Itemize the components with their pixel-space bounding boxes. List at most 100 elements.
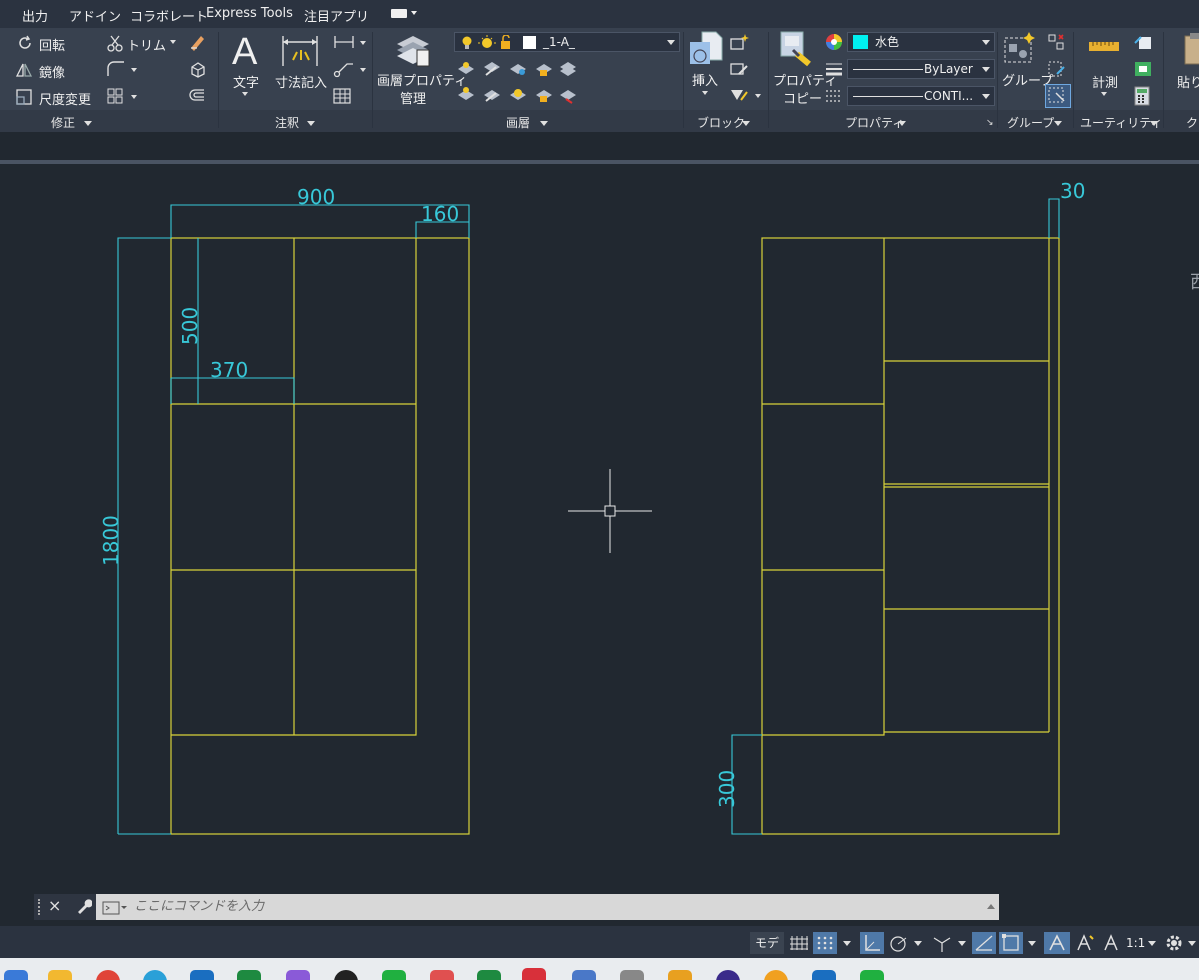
layer-properties-icon[interactable]: [393, 30, 433, 72]
chevron-down-icon[interactable]: [1028, 941, 1036, 946]
leader-icon[interactable]: [333, 60, 355, 82]
panel-title-groups[interactable]: グループ: [1007, 114, 1054, 131]
line-icon[interactable]: [382, 970, 406, 980]
edit-attributes-icon[interactable]: [729, 86, 749, 108]
chevron-down-icon[interactable]: [742, 121, 750, 126]
measure-button[interactable]: 計測: [1092, 72, 1118, 91]
fillet-icon[interactable]: [106, 60, 126, 82]
paste-button[interactable]: 貼り: [1177, 72, 1199, 91]
edit-block-icon[interactable]: [729, 60, 749, 82]
chevron-down-icon[interactable]: [360, 68, 366, 72]
text-icon[interactable]: A: [230, 30, 262, 74]
app-icon[interactable]: [668, 970, 692, 980]
annotation-scale-icon[interactable]: [1099, 932, 1123, 954]
linetype-icon[interactable]: [825, 88, 843, 108]
trim-icon[interactable]: [106, 34, 124, 56]
group-icon[interactable]: [1003, 30, 1039, 70]
panel-title-block[interactable]: ブロック: [697, 114, 745, 131]
scale-icon[interactable]: [15, 88, 33, 110]
app-icon[interactable]: [334, 970, 358, 980]
object-snap-icon[interactable]: [999, 932, 1023, 954]
chevron-down-icon[interactable]: [1054, 121, 1062, 126]
excel-icon[interactable]: [237, 970, 261, 980]
camera-icon[interactable]: [620, 970, 644, 980]
panel-title-layers[interactable]: 画層: [506, 114, 530, 131]
layer-properties-button[interactable]: 画層プロパティ: [377, 70, 467, 89]
table-icon[interactable]: [333, 87, 351, 109]
chevron-down-icon[interactable]: [958, 941, 966, 946]
snap-icon[interactable]: [813, 932, 837, 954]
chevron-down-icon[interactable]: [307, 121, 315, 126]
menu-featured-apps[interactable]: 注目アプリ: [304, 6, 369, 25]
id-point-icon[interactable]: [1133, 33, 1153, 55]
chevron-down-icon[interactable]: [84, 121, 92, 126]
workspace-dropdown[interactable]: [391, 9, 407, 18]
grid-icon[interactable]: [788, 932, 810, 954]
chevron-down-icon[interactable]: [360, 41, 366, 45]
chevron-down-icon[interactable]: [170, 40, 176, 44]
widgets-icon[interactable]: [4, 970, 28, 980]
linetype-select[interactable]: CONTI...: [847, 86, 995, 106]
command-input[interactable]: ここにコマンドを入力: [96, 894, 999, 920]
autocad-icon[interactable]: [522, 968, 546, 980]
chevron-down-icon[interactable]: [898, 121, 906, 126]
command-history-icon[interactable]: [987, 904, 995, 909]
isodraft-icon[interactable]: [930, 932, 954, 954]
lineweight-icon[interactable]: [825, 61, 843, 81]
paste-icon[interactable]: [1182, 32, 1199, 70]
close-icon[interactable]: ×: [48, 896, 61, 915]
auto-scale-icon[interactable]: [1072, 932, 1096, 954]
text-button[interactable]: 文字: [233, 72, 259, 91]
explode-icon[interactable]: [188, 60, 206, 82]
app-icon[interactable]: [764, 970, 788, 980]
layer-tools-row-2[interactable]: [456, 85, 586, 109]
store-icon[interactable]: [190, 970, 214, 980]
app-icon[interactable]: [286, 970, 310, 980]
rotate-icon[interactable]: [16, 34, 34, 56]
app-icon[interactable]: [716, 970, 740, 980]
scale-button[interactable]: 尺度変更: [39, 89, 91, 108]
trim-button[interactable]: トリム: [127, 35, 166, 54]
insert-button[interactable]: 挿入: [692, 70, 718, 89]
insert-block-icon[interactable]: [688, 30, 724, 72]
match-properties-label-2[interactable]: コピー: [783, 88, 822, 107]
chevron-down-icon[interactable]: [1188, 941, 1196, 946]
panel-title-properties[interactable]: プロパティ: [845, 114, 904, 131]
offset-icon[interactable]: [188, 87, 206, 109]
edge-icon[interactable]: [143, 970, 167, 980]
panel-title-annotation[interactable]: 注釈: [275, 114, 299, 131]
viewcube-label[interactable]: 西: [1190, 272, 1199, 293]
chevron-down-icon[interactable]: [242, 92, 248, 96]
color-wheel-icon[interactable]: [825, 33, 843, 55]
menu-express-tools[interactable]: Express Tools: [206, 6, 293, 21]
quick-select-icon[interactable]: [1133, 60, 1153, 82]
chevron-down-icon[interactable]: [1148, 941, 1156, 946]
chevron-down-icon[interactable]: [1101, 92, 1107, 96]
app-icon[interactable]: [430, 970, 454, 980]
chevron-down-icon[interactable]: [843, 941, 851, 946]
command-prompt-icon[interactable]: [102, 900, 128, 919]
model-space-button[interactable]: モデル: [750, 932, 784, 972]
drawing-svg[interactable]: 900 160 370 500 1800 30 300: [0, 164, 1199, 891]
app-icon[interactable]: [572, 970, 596, 980]
chevron-down-icon[interactable]: [1150, 121, 1158, 126]
chevron-down-icon[interactable]: [914, 941, 922, 946]
chevron-down-icon[interactable]: [131, 95, 137, 99]
dialog-launcher-icon[interactable]: ↘: [986, 118, 994, 128]
mirror-button[interactable]: 鏡像: [39, 62, 65, 81]
annotation-scale-value[interactable]: 1:1: [1126, 932, 1146, 954]
create-block-icon[interactable]: [729, 33, 749, 55]
app-icon[interactable]: [477, 970, 501, 980]
chevron-down-icon[interactable]: [540, 121, 548, 126]
object-snap-tracking-icon[interactable]: [972, 932, 996, 954]
menu-output[interactable]: 出力: [22, 6, 48, 25]
outlook-icon[interactable]: [812, 970, 836, 980]
measure-icon[interactable]: [1088, 38, 1120, 58]
wrench-icon[interactable]: [74, 897, 93, 919]
layer-properties-label-2[interactable]: 管理: [400, 88, 426, 107]
panel-title-clipboard[interactable]: ク: [1186, 114, 1198, 131]
grip-handle[interactable]: [38, 899, 46, 915]
group-edit-icon[interactable]: [1047, 60, 1067, 82]
chevron-down-icon[interactable]: [702, 91, 708, 95]
menu-addins[interactable]: アドイン: [69, 6, 121, 25]
